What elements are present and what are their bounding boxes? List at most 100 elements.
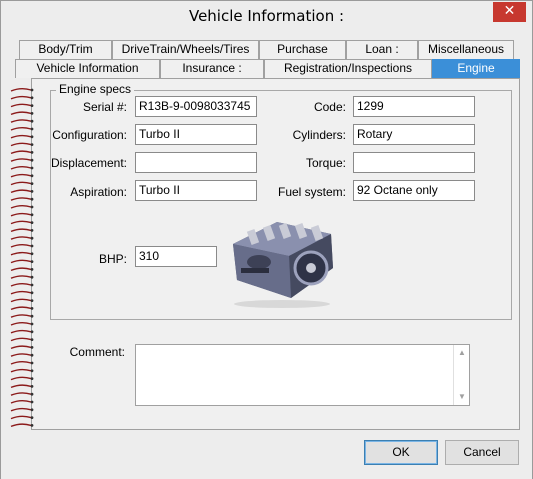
- tab-label: Loan :: [365, 42, 399, 56]
- tab-label: DriveTrain/Wheels/Tires: [121, 42, 250, 56]
- spiral-ring: [10, 220, 32, 225]
- comment-text: [136, 345, 469, 351]
- tab-label: Registration/Inspections: [283, 61, 413, 75]
- scroll-up-icon[interactable]: ▲: [454, 346, 470, 360]
- displacement-field[interactable]: [135, 152, 257, 173]
- spiral-ring: [10, 127, 32, 131]
- tab-purchase[interactable]: Purchase: [259, 40, 346, 59]
- spiral-ring: [10, 134, 32, 139]
- spiral-ring: [10, 244, 32, 248]
- close-button[interactable]: ✕: [493, 2, 526, 22]
- spiral-hole: [30, 104, 34, 107]
- vehicle-information-dialog: Vehicle Information : ✕ Body/Trim DriveT…: [0, 0, 533, 479]
- displacement-label: Displacement:: [50, 156, 127, 170]
- spiral-hole: [30, 221, 34, 225]
- spiral-ring: [10, 400, 32, 404]
- spiral-hole: [30, 416, 34, 419]
- tab-body-trim[interactable]: Body/Trim: [19, 40, 112, 59]
- spiral-hole: [30, 346, 34, 349]
- spiral-ring: [10, 384, 32, 389]
- spiral-ring: [10, 259, 32, 264]
- comment-label: Comment:: [69, 345, 125, 359]
- tab-miscellaneous[interactable]: Miscellaneous: [418, 40, 514, 59]
- spiral-ring: [10, 337, 32, 342]
- spiral-hole: [30, 377, 34, 380]
- spiral-hole: [30, 268, 34, 271]
- spiral-ring: [10, 345, 32, 350]
- fuel-system-field[interactable]: 92 Octane only: [353, 180, 475, 201]
- spiral-ring: [10, 205, 32, 209]
- tab-registration-inspections[interactable]: Registration/Inspections: [264, 59, 432, 78]
- tab-label: Miscellaneous: [427, 42, 505, 56]
- spiral-hole: [30, 408, 34, 412]
- spiral-ring: [10, 173, 32, 178]
- spiral-ring: [10, 95, 32, 100]
- spiral-ring: [10, 314, 32, 318]
- spiral-hole: [30, 158, 34, 162]
- cylinders-label: Cylinders:: [292, 128, 346, 142]
- spiral-ring: [10, 275, 32, 279]
- spiral-hole: [30, 127, 34, 131]
- spiral-ring: [10, 267, 32, 272]
- scroll-down-icon[interactable]: ▼: [454, 390, 470, 404]
- spiral-ring: [10, 88, 32, 92]
- spiral-hole: [30, 197, 34, 201]
- tab-engine[interactable]: Engine: [432, 59, 520, 78]
- spiral-hole: [30, 182, 34, 185]
- spiral-ring: [10, 158, 32, 162]
- spiral-hole: [30, 424, 34, 427]
- spiral-ring: [10, 329, 32, 334]
- serial-label: Serial #:: [82, 100, 127, 114]
- spiral-hole: [30, 236, 34, 240]
- spiral-hole: [30, 291, 34, 295]
- spiral-hole: [30, 119, 34, 123]
- spiral-binding-decoration: [10, 88, 34, 428]
- bhp-field[interactable]: 310: [135, 246, 217, 267]
- spiral-ring: [10, 407, 32, 412]
- spiral-hole: [30, 361, 34, 365]
- close-icon: ✕: [503, 3, 516, 19]
- spiral-ring: [10, 166, 32, 170]
- spiral-hole: [30, 252, 34, 256]
- spiral-hole: [30, 392, 34, 396]
- configuration-field[interactable]: Turbo II: [135, 124, 257, 145]
- aspiration-field[interactable]: Turbo II: [135, 180, 257, 201]
- spiral-ring: [10, 306, 32, 311]
- spiral-hole: [30, 213, 34, 217]
- tab-vehicle-information[interactable]: Vehicle Information: [15, 59, 160, 78]
- comment-scrollbar[interactable]: ▲ ▼: [453, 345, 469, 405]
- code-field[interactable]: 1299: [353, 96, 475, 117]
- spiral-hole: [30, 385, 34, 388]
- spiral-hole: [30, 322, 34, 326]
- title-bar[interactable]: Vehicle Information : ✕: [1, 1, 532, 32]
- spiral-hole: [30, 174, 34, 178]
- spiral-hole: [30, 260, 34, 263]
- spiral-hole: [30, 244, 34, 248]
- spiral-hole: [30, 190, 34, 193]
- engine-specs-group-title: Engine specs: [56, 82, 135, 96]
- cylinders-field[interactable]: Rotary: [353, 124, 475, 145]
- spiral-hole: [30, 353, 34, 357]
- engine-picture: [233, 222, 333, 308]
- spiral-hole: [30, 307, 34, 310]
- spiral-ring: [10, 150, 32, 155]
- tab-label: Purchase: [277, 42, 328, 56]
- tab-loan[interactable]: Loan :: [346, 40, 418, 59]
- tab-label: Engine: [457, 61, 495, 75]
- spiral-hole: [30, 96, 34, 100]
- cancel-button[interactable]: Cancel: [445, 440, 519, 465]
- torque-field[interactable]: [353, 152, 475, 173]
- spiral-ring: [10, 353, 32, 357]
- spiral-ring: [10, 142, 32, 147]
- comment-textarea[interactable]: ▲ ▼: [135, 344, 470, 406]
- spiral-ring: [10, 212, 32, 217]
- spiral-hole: [30, 112, 34, 115]
- tab-insurance[interactable]: Insurance :: [160, 59, 264, 78]
- spiral-hole: [30, 400, 34, 404]
- spiral-ring: [10, 119, 32, 123]
- spiral-hole: [30, 299, 34, 302]
- tab-drivetrain-wheels-tires[interactable]: DriveTrain/Wheels/Tires: [112, 40, 259, 59]
- spiral-hole: [30, 135, 34, 139]
- ok-button[interactable]: OK: [364, 440, 438, 465]
- serial-field[interactable]: R13B-9-0098033745: [135, 96, 257, 117]
